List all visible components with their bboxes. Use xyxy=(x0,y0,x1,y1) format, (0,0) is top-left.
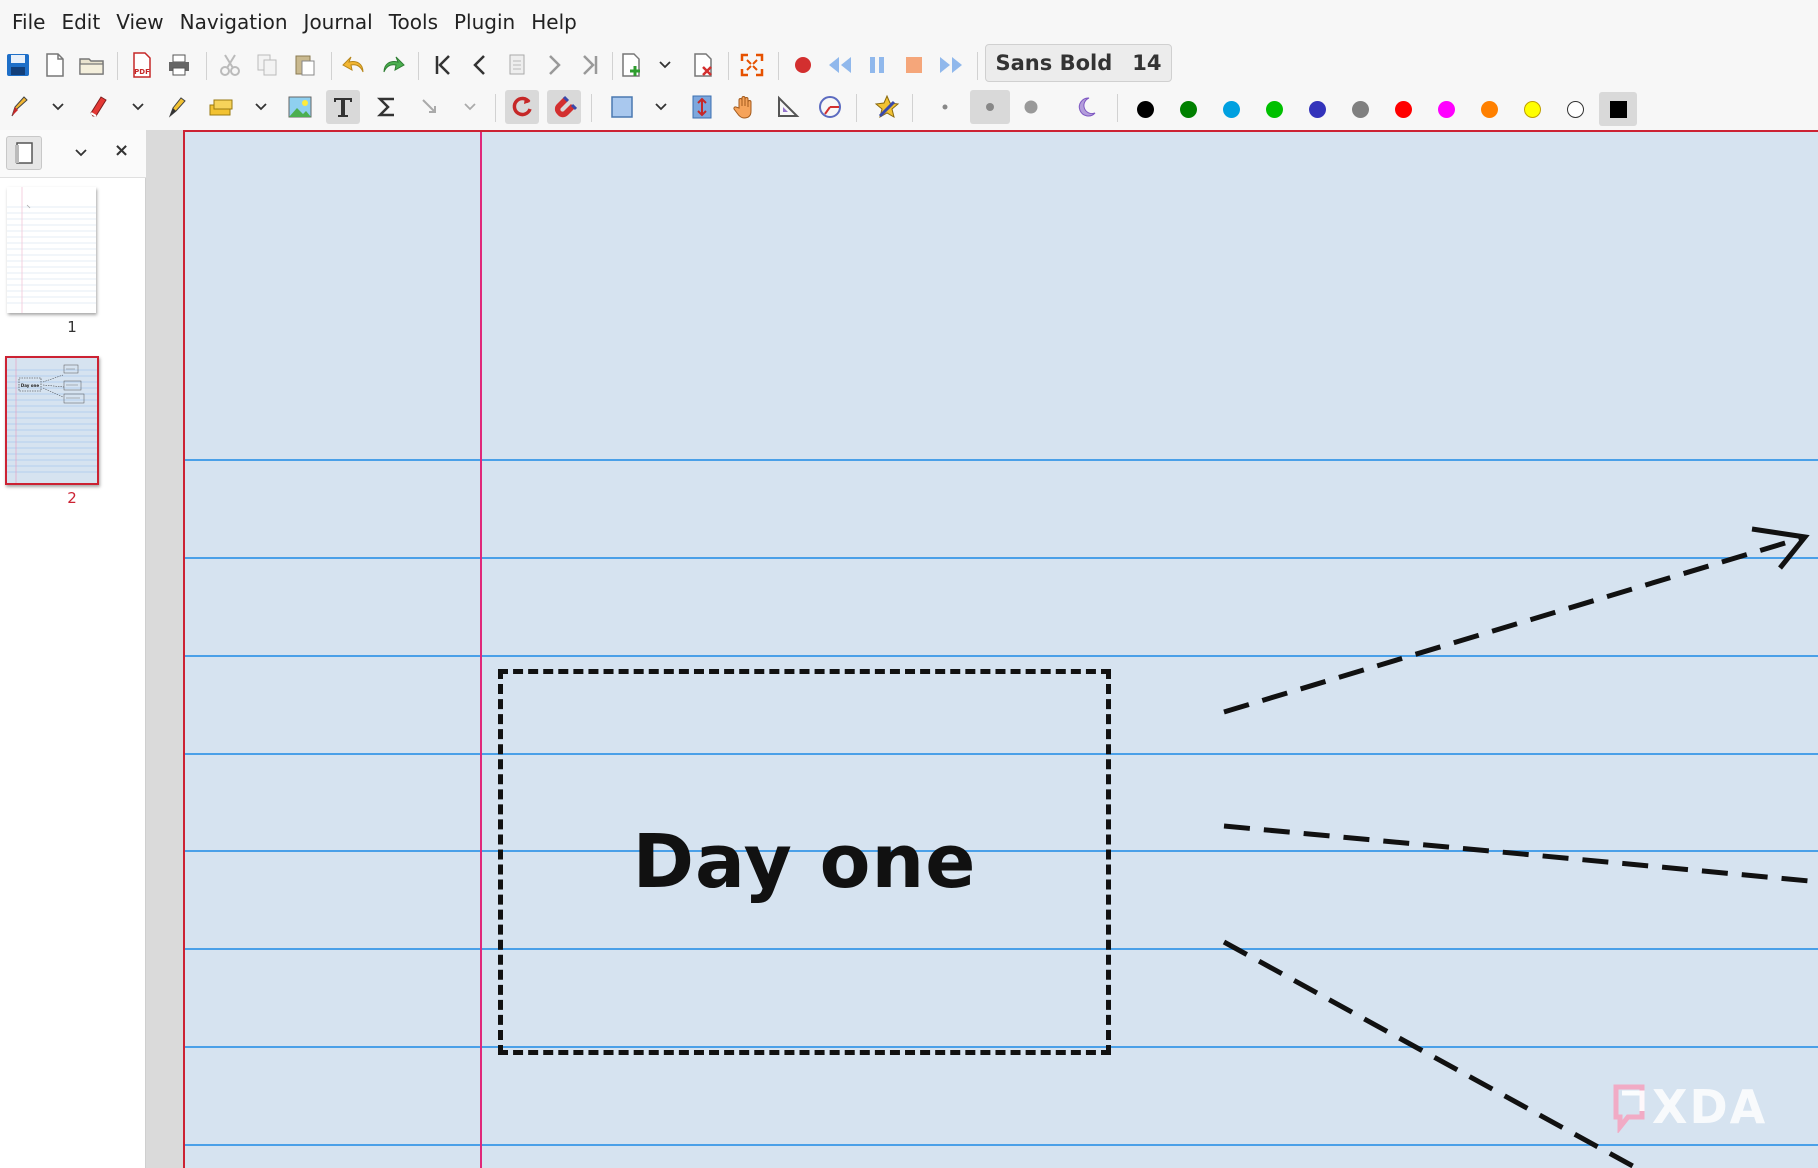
color-blue[interactable] xyxy=(1309,101,1326,118)
image-icon[interactable] xyxy=(283,90,317,124)
default-tool-icon[interactable] xyxy=(870,90,904,124)
record-icon[interactable] xyxy=(786,48,820,82)
fill-opacity-icon[interactable] xyxy=(1070,90,1104,124)
cut-icon[interactable] xyxy=(213,48,247,82)
page-label-1: 1 xyxy=(67,318,77,336)
setsquare-icon[interactable] xyxy=(771,90,805,124)
menu-view[interactable]: View xyxy=(108,0,171,44)
color-light-blue[interactable] xyxy=(1223,101,1240,118)
color-yellow[interactable] xyxy=(1524,101,1541,118)
color-orange[interactable] xyxy=(1481,101,1498,118)
new-document-icon[interactable] xyxy=(38,48,72,82)
page-label-2: 2 xyxy=(67,489,77,507)
font-selector-button[interactable]: Sans Bold 14 xyxy=(985,44,1172,82)
xda-watermark: XDA xyxy=(1612,1077,1767,1137)
color-green[interactable] xyxy=(1180,101,1197,118)
color-light-green[interactable] xyxy=(1266,101,1283,118)
stop-icon[interactable] xyxy=(897,48,931,82)
add-page-icon[interactable] xyxy=(614,48,648,82)
svg-text:PDF: PDF xyxy=(134,68,150,76)
last-page-icon[interactable] xyxy=(573,48,607,82)
select-rectangle-icon[interactable] xyxy=(204,90,238,124)
menu-tools[interactable]: Tools xyxy=(381,0,446,44)
vertical-space-icon[interactable] xyxy=(685,90,719,124)
menu-edit[interactable]: Edit xyxy=(53,0,108,44)
redo-icon[interactable] xyxy=(375,48,409,82)
fullscreen-icon[interactable] xyxy=(735,48,769,82)
copy-icon[interactable] xyxy=(250,48,284,82)
add-page-dropdown-icon[interactable] xyxy=(655,48,675,82)
goto-page-icon[interactable] xyxy=(500,48,534,82)
hand-tool-icon[interactable] xyxy=(728,90,762,124)
save-icon[interactable] xyxy=(1,48,35,82)
paste-icon[interactable] xyxy=(288,48,322,82)
page-thumbnail-1[interactable] xyxy=(7,187,96,313)
medium-size-icon[interactable] xyxy=(970,90,1010,124)
open-folder-icon[interactable] xyxy=(75,48,109,82)
color-magenta[interactable] xyxy=(1438,101,1455,118)
export-pdf-icon[interactable]: PDF xyxy=(125,48,159,82)
sidebar-dropdown-icon[interactable] xyxy=(74,142,88,166)
page-preview-icon[interactable] xyxy=(6,136,42,170)
select-dropdown-icon[interactable] xyxy=(251,90,271,124)
sidebar-header: × xyxy=(0,130,146,178)
xda-watermark-text: XDA xyxy=(1652,1080,1768,1134)
sidebar-close-icon[interactable]: × xyxy=(114,140,129,161)
tools-toolbar xyxy=(0,88,1818,130)
pause-icon[interactable] xyxy=(860,48,894,82)
first-page-icon[interactable] xyxy=(426,48,460,82)
arrows-layer xyxy=(1222,526,1818,1168)
color-red[interactable] xyxy=(1395,101,1412,118)
rewind-icon[interactable] xyxy=(823,48,857,82)
eraser-dropdown-icon[interactable] xyxy=(128,90,148,124)
shape-recognizer-icon[interactable] xyxy=(505,90,539,124)
menu-plugin[interactable]: Plugin xyxy=(446,0,523,44)
arrow-top[interactable] xyxy=(1223,534,1806,715)
vertical-space-arrow-icon[interactable] xyxy=(413,90,447,124)
font-size: 14 xyxy=(1132,51,1162,75)
text-tool-icon[interactable] xyxy=(326,90,360,124)
color-custom-selected[interactable] xyxy=(1599,92,1637,126)
thumb-day-one-text: Day one xyxy=(21,383,39,388)
menu-navigation[interactable]: Navigation xyxy=(172,0,296,44)
shape-dropdown-icon[interactable] xyxy=(651,90,671,124)
compass-icon[interactable] xyxy=(813,90,847,124)
xda-logo-icon xyxy=(1613,1084,1645,1133)
math-tex-icon[interactable] xyxy=(370,90,404,124)
next-page-icon[interactable] xyxy=(537,48,571,82)
pen-icon[interactable] xyxy=(2,90,36,124)
delete-page-icon[interactable] xyxy=(686,48,720,82)
highlighter-icon[interactable] xyxy=(160,90,194,124)
arrow-middle[interactable] xyxy=(1223,823,1818,885)
menu-journal[interactable]: Journal xyxy=(296,0,381,44)
color-black[interactable] xyxy=(1137,101,1154,118)
fast-forward-icon[interactable] xyxy=(934,48,968,82)
thin-size-icon[interactable] xyxy=(928,90,962,124)
thick-size-icon[interactable] xyxy=(1014,90,1048,124)
color-gray[interactable] xyxy=(1352,101,1369,118)
arrow-bottom[interactable] xyxy=(1222,939,1642,1168)
xournal-window: File Edit View Navigation Journal Tools … xyxy=(0,0,1818,1168)
print-icon[interactable] xyxy=(162,48,196,82)
snap-magnet-icon[interactable] xyxy=(547,90,581,124)
eraser-icon[interactable] xyxy=(82,90,116,124)
page-canvas[interactable]: Day one XDA xyxy=(183,130,1818,1168)
page-preview-sidebar: × 1 Day one 2 xyxy=(0,130,146,1168)
pen-dropdown-icon[interactable] xyxy=(48,90,68,124)
main-toolbar: PDF xyxy=(0,44,1818,88)
menu-help[interactable]: Help xyxy=(523,0,585,44)
menu-bar: File Edit View Navigation Journal Tools … xyxy=(0,0,1818,44)
color-white[interactable] xyxy=(1567,101,1584,118)
font-name: Sans Bold xyxy=(995,51,1113,75)
canvas-gutter xyxy=(146,130,183,1168)
undo-icon[interactable] xyxy=(338,48,372,82)
previous-page-icon[interactable] xyxy=(463,48,497,82)
menu-file[interactable]: File xyxy=(4,0,53,44)
arrow-dropdown-icon[interactable] xyxy=(460,90,480,124)
rectangle-shape-icon[interactable] xyxy=(605,90,639,124)
page-thumbnail-2[interactable]: Day one xyxy=(5,356,99,485)
